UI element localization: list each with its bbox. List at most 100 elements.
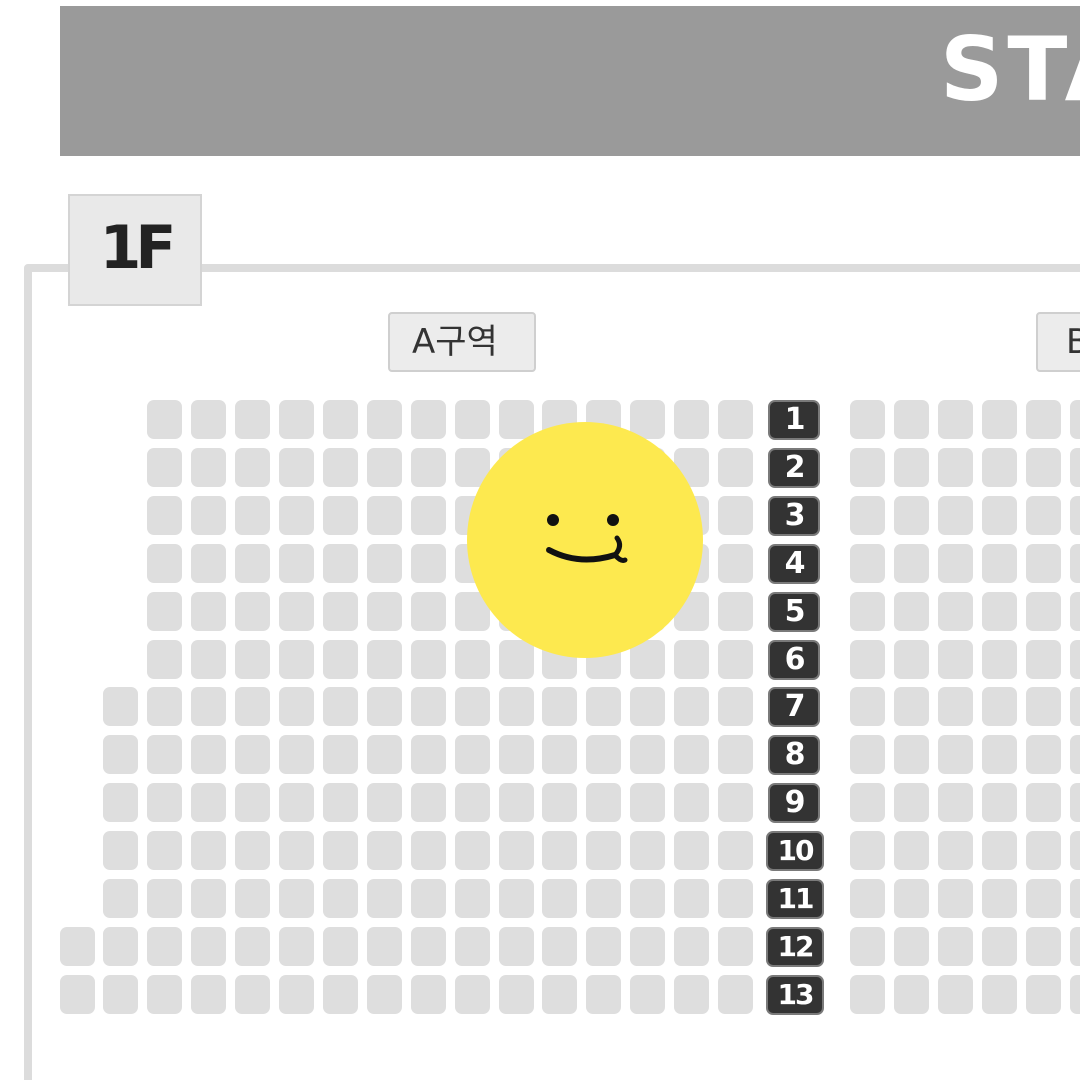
seat[interactable] xyxy=(499,975,534,1014)
seat[interactable] xyxy=(542,783,577,822)
seat[interactable] xyxy=(1070,640,1080,679)
seat[interactable] xyxy=(586,879,621,918)
seat[interactable] xyxy=(279,975,314,1014)
seat[interactable] xyxy=(411,927,446,966)
seat[interactable] xyxy=(674,783,709,822)
seat[interactable] xyxy=(586,687,621,726)
seat[interactable] xyxy=(1070,544,1080,583)
seat[interactable] xyxy=(938,496,973,535)
seat[interactable] xyxy=(147,735,182,774)
seat[interactable] xyxy=(894,400,929,439)
seat[interactable] xyxy=(499,687,534,726)
seat[interactable] xyxy=(367,831,402,870)
seat[interactable] xyxy=(938,879,973,918)
seat[interactable] xyxy=(630,879,665,918)
seat[interactable] xyxy=(1070,592,1080,631)
seat[interactable] xyxy=(323,687,358,726)
seat[interactable] xyxy=(674,831,709,870)
seat[interactable] xyxy=(630,783,665,822)
seat[interactable] xyxy=(323,592,358,631)
seat[interactable] xyxy=(630,975,665,1014)
seat[interactable] xyxy=(1070,831,1080,870)
seat[interactable] xyxy=(411,592,446,631)
seat[interactable] xyxy=(191,735,226,774)
seat[interactable] xyxy=(147,783,182,822)
seat[interactable] xyxy=(103,879,138,918)
seat[interactable] xyxy=(630,735,665,774)
seat[interactable] xyxy=(982,448,1017,487)
seat[interactable] xyxy=(674,879,709,918)
seat[interactable] xyxy=(235,735,270,774)
seat[interactable] xyxy=(718,544,753,583)
seat[interactable] xyxy=(586,975,621,1014)
seat[interactable] xyxy=(542,975,577,1014)
seat[interactable] xyxy=(191,687,226,726)
seat[interactable] xyxy=(674,975,709,1014)
seat[interactable] xyxy=(850,783,885,822)
seat[interactable] xyxy=(850,687,885,726)
seat[interactable] xyxy=(367,879,402,918)
seat[interactable] xyxy=(1070,496,1080,535)
seat[interactable] xyxy=(147,592,182,631)
seat[interactable] xyxy=(235,879,270,918)
seat[interactable] xyxy=(147,927,182,966)
seat[interactable] xyxy=(982,640,1017,679)
seat[interactable] xyxy=(850,975,885,1014)
seat[interactable] xyxy=(586,735,621,774)
seat[interactable] xyxy=(411,400,446,439)
seat[interactable] xyxy=(938,400,973,439)
seat[interactable] xyxy=(894,448,929,487)
seat[interactable] xyxy=(411,975,446,1014)
seat[interactable] xyxy=(191,544,226,583)
seat[interactable] xyxy=(323,735,358,774)
seat[interactable] xyxy=(367,640,402,679)
seat[interactable] xyxy=(1026,927,1061,966)
seat[interactable] xyxy=(938,831,973,870)
seat[interactable] xyxy=(718,735,753,774)
seat[interactable] xyxy=(938,448,973,487)
seat[interactable] xyxy=(455,879,490,918)
seat[interactable] xyxy=(191,400,226,439)
seat[interactable] xyxy=(191,879,226,918)
seat[interactable] xyxy=(235,975,270,1014)
seat[interactable] xyxy=(542,735,577,774)
seat[interactable] xyxy=(1026,831,1061,870)
seat[interactable] xyxy=(1070,400,1080,439)
seat[interactable] xyxy=(323,975,358,1014)
seat[interactable] xyxy=(103,831,138,870)
seat[interactable] xyxy=(850,927,885,966)
seat[interactable] xyxy=(411,640,446,679)
seat[interactable] xyxy=(586,927,621,966)
seat[interactable] xyxy=(1026,592,1061,631)
seat[interactable] xyxy=(367,592,402,631)
seat[interactable] xyxy=(894,831,929,870)
seat[interactable] xyxy=(411,879,446,918)
seat[interactable] xyxy=(718,496,753,535)
seat[interactable] xyxy=(411,448,446,487)
seat[interactable] xyxy=(938,927,973,966)
seat[interactable] xyxy=(982,783,1017,822)
seat[interactable] xyxy=(982,400,1017,439)
seat[interactable] xyxy=(982,879,1017,918)
seat[interactable] xyxy=(279,592,314,631)
seat[interactable] xyxy=(367,687,402,726)
seat[interactable] xyxy=(1070,735,1080,774)
seat[interactable] xyxy=(630,687,665,726)
seat[interactable] xyxy=(411,544,446,583)
seat[interactable] xyxy=(1070,879,1080,918)
seat[interactable] xyxy=(411,783,446,822)
seat[interactable] xyxy=(279,400,314,439)
seat[interactable] xyxy=(191,831,226,870)
seat[interactable] xyxy=(1026,975,1061,1014)
seat[interactable] xyxy=(1070,783,1080,822)
seat[interactable] xyxy=(60,927,95,966)
seat[interactable] xyxy=(850,831,885,870)
seat[interactable] xyxy=(323,927,358,966)
seat[interactable] xyxy=(894,927,929,966)
seat[interactable] xyxy=(499,927,534,966)
seat[interactable] xyxy=(235,783,270,822)
seat[interactable] xyxy=(894,640,929,679)
seat[interactable] xyxy=(235,592,270,631)
seat[interactable] xyxy=(586,783,621,822)
seat[interactable] xyxy=(279,640,314,679)
